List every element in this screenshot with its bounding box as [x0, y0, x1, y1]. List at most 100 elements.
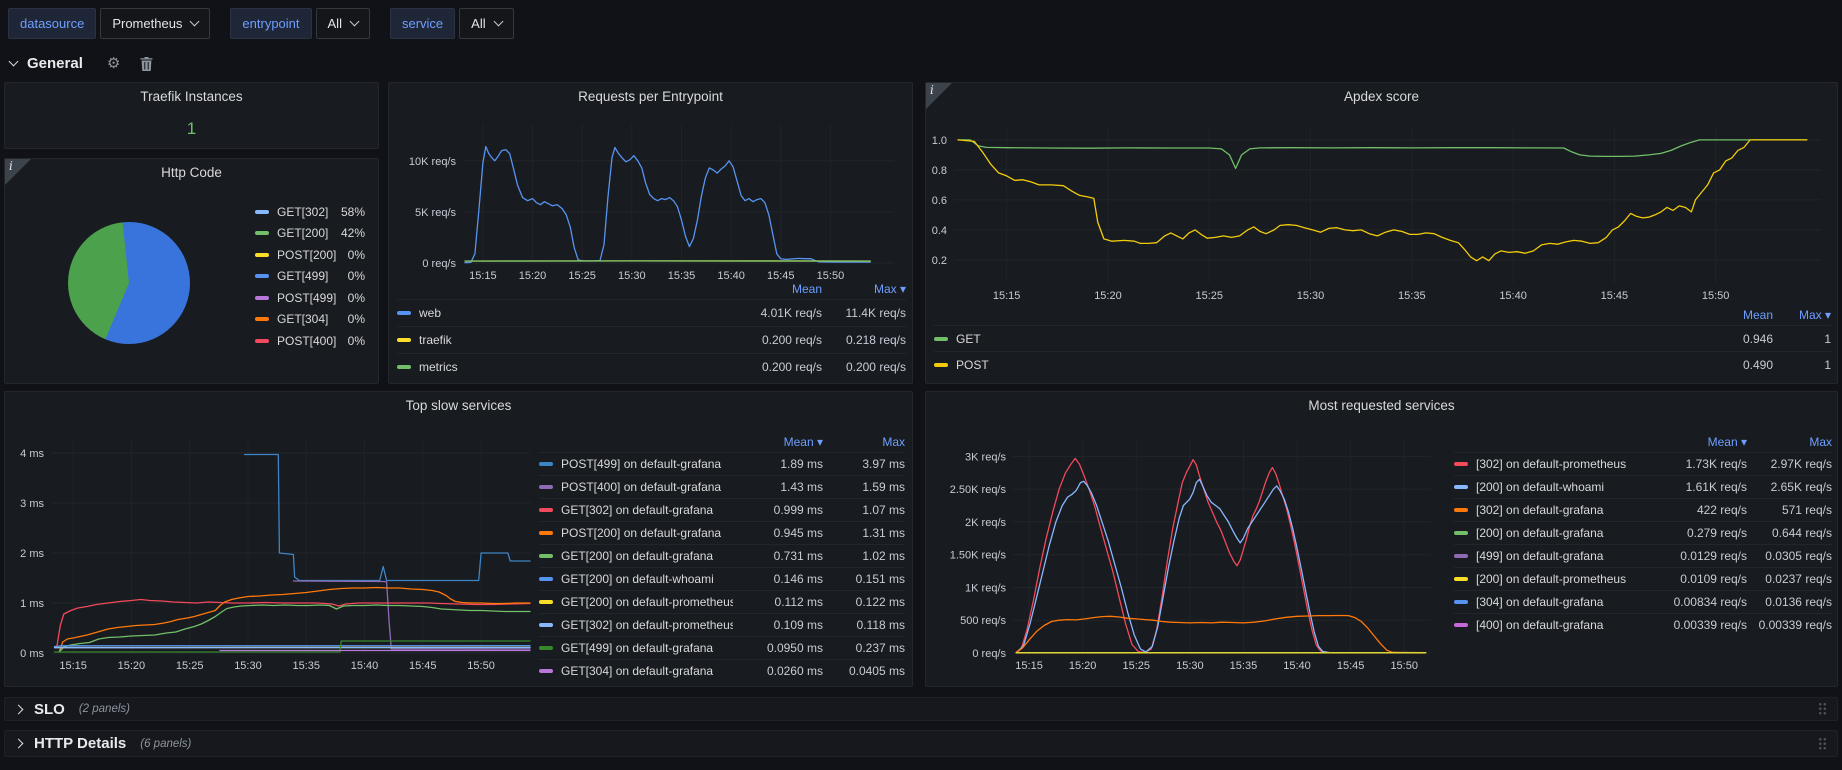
legend-row[interactable]: POST0.4901: [934, 351, 1831, 377]
panel-title[interactable]: Traefik Instances: [5, 89, 378, 104]
series-name[interactable]: GET[302]: [277, 205, 328, 219]
series-name[interactable]: POST[200]: [277, 248, 336, 262]
panel-title[interactable]: Http Code: [5, 165, 378, 180]
legend-sort-mean[interactable]: Mean ▾: [1647, 435, 1747, 449]
series-name[interactable]: GET[304] on default-grafana: [561, 664, 733, 678]
legend-item[interactable]: POST[499]0%: [255, 287, 365, 309]
panel-title[interactable]: Most requested services: [926, 398, 1837, 413]
variable-value-entrypoint[interactable]: All: [316, 8, 370, 39]
series-name[interactable]: web: [419, 306, 732, 320]
series-name[interactable]: [400] on default-grafana: [1476, 618, 1647, 632]
series-name[interactable]: [302] on default-grafana: [1476, 503, 1647, 517]
row-general-title[interactable]: General: [27, 55, 83, 72]
panel-title[interactable]: Requests per Entrypoint: [389, 89, 912, 104]
row-slo[interactable]: SLO (2 panels): [4, 697, 1838, 721]
legend-row[interactable]: POST[200] on default-grafana0.945 ms1.31…: [539, 521, 905, 544]
legend-row[interactable]: GET0.9461: [934, 325, 1831, 351]
series-name[interactable]: POST[499] on default-grafana: [561, 457, 733, 471]
y-tick-label: 0 req/s: [972, 648, 1006, 660]
legend-row[interactable]: POST[400] on default-grafana1.43 ms1.59 …: [539, 475, 905, 498]
http-code-pie-chart[interactable]: [68, 222, 190, 344]
legend-item[interactable]: POST[400]0%: [255, 330, 365, 352]
y-tick-label: 2K req/s: [965, 517, 1006, 529]
legend-row[interactable]: traefik0.200 req/s0.218 req/s: [397, 326, 906, 353]
series-name[interactable]: GET[200]: [277, 226, 328, 240]
series-name[interactable]: metrics: [419, 360, 732, 374]
row-http-details-title[interactable]: HTTP Details: [34, 735, 126, 752]
row-drag-handle[interactable]: [1818, 702, 1827, 716]
series-name[interactable]: POST[400]: [277, 334, 336, 348]
series-name[interactable]: GET[499]: [277, 269, 328, 283]
panel-title[interactable]: Top slow services: [5, 398, 912, 413]
series-name[interactable]: GET[302] on default-grafana: [561, 503, 733, 517]
legend-item[interactable]: POST[200]0%: [255, 244, 365, 266]
legend-row[interactable]: [499] on default-grafana0.0129 req/s0.03…: [1454, 544, 1832, 567]
series-name[interactable]: GET[302] on default-prometheus: [561, 618, 733, 632]
most-requested-services-chart[interactable]: 0 req/s500 req/s1K req/s1.50K req/s2K re…: [930, 436, 1460, 686]
series-name[interactable]: [302] on default-prometheus: [1476, 457, 1647, 471]
legend-sort-max[interactable]: Max: [823, 435, 905, 449]
requests-per-entrypoint-chart[interactable]: 0 req/s5K req/s10K req/s15:1515:2015:251…: [397, 116, 906, 282]
legend-row[interactable]: GET[302] on default-prometheus0.109 ms0.…: [539, 613, 905, 636]
series-max-value: 0.0405 ms: [823, 664, 905, 678]
row-slo-title[interactable]: SLO: [34, 701, 65, 718]
top-slow-services-chart[interactable]: 0 ms1 ms2 ms3 ms4 ms15:1515:2015:2515:30…: [9, 436, 549, 686]
legend-item[interactable]: GET[304]0%: [255, 309, 365, 331]
legend-sort-max[interactable]: Max ▾: [822, 282, 906, 296]
legend-row[interactable]: [200] on default-grafana0.279 req/s0.644…: [1454, 521, 1832, 544]
legend-row[interactable]: web4.01K req/s11.4K req/s: [397, 299, 906, 326]
chevron-right-icon[interactable]: [14, 704, 24, 714]
series-name[interactable]: [200] on default-whoami: [1476, 480, 1647, 494]
series-name[interactable]: [499] on default-grafana: [1476, 549, 1647, 563]
legend-row[interactable]: GET[499] on default-grafana0.0950 ms0.23…: [539, 636, 905, 659]
series-name[interactable]: GET[200] on default-whoami: [561, 572, 733, 586]
legend-row[interactable]: GET[200] on default-grafana0.731 ms1.02 …: [539, 544, 905, 567]
series-name[interactable]: GET[200] on default-grafana: [561, 549, 733, 563]
chevron-down-icon[interactable]: [9, 57, 19, 67]
chevron-right-icon[interactable]: [14, 739, 24, 749]
legend-row[interactable]: GET[200] on default-whoami0.146 ms0.151 …: [539, 567, 905, 590]
series-name[interactable]: GET[200] on default-prometheus: [561, 595, 733, 609]
legend-row[interactable]: [200] on default-whoami1.61K req/s2.65K …: [1454, 475, 1832, 498]
legend-item[interactable]: GET[302]58%: [255, 201, 365, 223]
legend-row[interactable]: metrics0.200 req/s0.200 req/s: [397, 353, 906, 380]
legend-sort-mean[interactable]: Mean: [732, 282, 822, 296]
legend-row[interactable]: [400] on default-grafana0.00339 req/s0.0…: [1454, 613, 1832, 636]
row-drag-handle[interactable]: [1818, 737, 1827, 751]
legend-row[interactable]: POST[499] on default-grafana1.89 ms3.97 …: [539, 452, 905, 475]
series-name[interactable]: GET[304]: [277, 312, 328, 326]
variable-value-service[interactable]: All: [459, 8, 513, 39]
series-mean-value: 0.946: [1653, 332, 1773, 346]
legend-row[interactable]: GET[200] on default-prometheus0.112 ms0.…: [539, 590, 905, 613]
panel-title[interactable]: Apdex score: [926, 89, 1837, 104]
legend-row[interactable]: GET[304] on default-grafana0.0260 ms0.04…: [539, 659, 905, 682]
series-name[interactable]: POST[200] on default-grafana: [561, 526, 733, 540]
legend-row[interactable]: GET[302] on default-grafana0.999 ms1.07 …: [539, 498, 905, 521]
series-name[interactable]: POST: [956, 358, 1653, 372]
series-name[interactable]: [200] on default-prometheus: [1476, 572, 1647, 586]
series-line-POST[499] on default-grafana: [245, 455, 531, 581]
series-name[interactable]: GET[499] on default-grafana: [561, 641, 733, 655]
legend-sort-max[interactable]: Max ▾: [1773, 308, 1831, 322]
variable-value-datasource[interactable]: Prometheus: [100, 8, 210, 39]
legend-sort-max[interactable]: Max: [1747, 435, 1832, 449]
legend-item[interactable]: GET[499]0%: [255, 266, 365, 288]
row-http-details[interactable]: HTTP Details (6 panels): [4, 730, 1838, 757]
gear-icon[interactable]: ⚙: [107, 56, 120, 71]
apdex-chart[interactable]: 0.20.40.60.81.015:1515:2015:2515:3015:35…: [928, 123, 1831, 303]
series-name[interactable]: POST[400] on default-grafana: [561, 480, 733, 494]
series-name[interactable]: GET: [956, 332, 1653, 346]
legend-row[interactable]: [200] on default-prometheus0.0109 req/s0…: [1454, 567, 1832, 590]
series-name[interactable]: [304] on default-grafana: [1476, 595, 1647, 609]
series-name[interactable]: POST[499]: [277, 291, 336, 305]
series-name[interactable]: [200] on default-grafana: [1476, 526, 1647, 540]
legend-row[interactable]: [304] on default-grafana0.00834 req/s0.0…: [1454, 590, 1832, 613]
legend-item[interactable]: GET[200]42%: [255, 223, 365, 245]
legend-sort-mean[interactable]: Mean ▾: [733, 435, 823, 449]
trash-icon[interactable]: [140, 57, 153, 71]
series-max-value: 0.0136 req/s: [1747, 595, 1832, 609]
series-name[interactable]: traefik: [419, 333, 732, 347]
legend-row[interactable]: [302] on default-prometheus1.73K req/s2.…: [1454, 452, 1832, 475]
legend-sort-mean[interactable]: Mean: [1653, 308, 1773, 322]
legend-row[interactable]: [302] on default-grafana422 req/s571 req…: [1454, 498, 1832, 521]
